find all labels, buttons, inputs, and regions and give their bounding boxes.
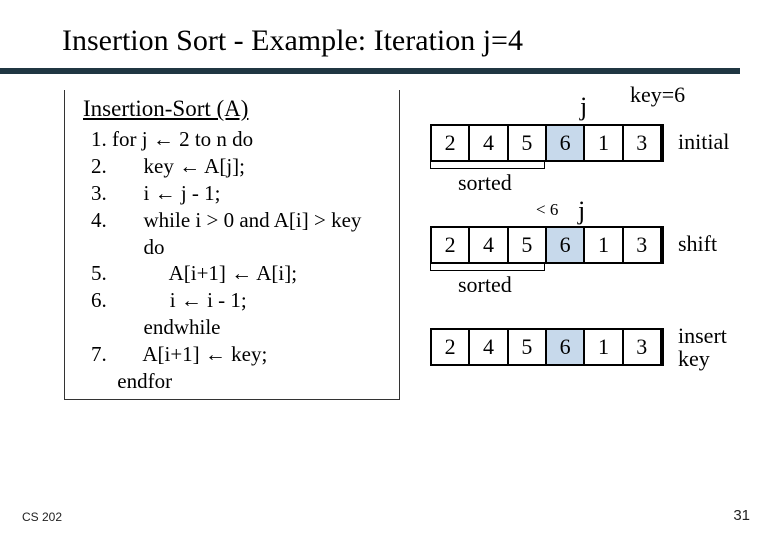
array-insert: 2 4 5 6 1 3 insert key — [430, 328, 664, 366]
cell: 2 — [432, 126, 470, 160]
compare-label: < 6 — [536, 200, 558, 220]
cell: 2 — [432, 228, 470, 262]
sorted-brace — [430, 162, 545, 169]
array-initial-block: 2 4 5 6 1 3 initial sorted — [430, 124, 770, 162]
cell: 2 — [432, 330, 470, 364]
algo-line-7b: endfor — [91, 368, 399, 395]
cell: 1 — [585, 126, 623, 160]
algo-line-7: 7. A[i+1] ← key; — [91, 341, 399, 368]
algo-line-6b: endwhile — [91, 314, 399, 341]
footer-page-number: 31 — [733, 507, 750, 524]
sorted-brace — [430, 264, 545, 271]
cell: 5 — [509, 228, 547, 262]
algorithm-title: Insertion-Sort (A) — [65, 96, 399, 126]
key-label: key=6 — [630, 82, 685, 108]
cell: 1 — [585, 228, 623, 262]
state-label-initial: initial — [678, 129, 729, 155]
footer-course: CS 202 — [22, 510, 62, 524]
algo-line-2: 2. key ← A[j]; — [91, 153, 399, 180]
algo-line-6: 6. i ← i - 1; — [91, 287, 399, 314]
cell: 5 — [509, 330, 547, 364]
cell: 3 — [624, 330, 662, 364]
state-label-shift: shift — [678, 231, 717, 257]
j-pointer-label: j — [580, 92, 587, 122]
array-shift: 2 4 5 6 1 3 shift — [430, 226, 664, 264]
j-pointer-label-2: j — [578, 196, 585, 226]
algorithm-box: Insertion-Sort (A) 1. for j ← 2 to n do … — [64, 90, 400, 400]
algo-line-4: 4. while i > 0 and A[i] > key — [91, 207, 399, 234]
cell-highlight: 6 — [547, 126, 585, 160]
cell: 4 — [470, 228, 508, 262]
cell: 4 — [470, 330, 508, 364]
algo-line-5: 5. A[i+1] ← A[i]; — [91, 260, 399, 287]
cell-highlight: 6 — [547, 330, 585, 364]
cell-highlight: 6 — [547, 228, 585, 262]
array-shift-block: < 6 j 2 4 5 6 1 3 shift sorted — [430, 226, 770, 264]
array-initial: 2 4 5 6 1 3 initial — [430, 124, 664, 162]
algo-line-3: 3. i ← j - 1; — [91, 180, 399, 207]
cell: 1 — [585, 330, 623, 364]
algo-line-4b: do — [91, 234, 399, 261]
cell: 3 — [624, 126, 662, 160]
cell: 3 — [624, 228, 662, 262]
algorithm-lines: 1. for j ← 2 to n do 2. key ← A[j]; 3. i… — [65, 126, 399, 395]
cell: 4 — [470, 126, 508, 160]
state-label-insert: insert key — [678, 324, 727, 370]
algo-line-1: 1. for j ← 2 to n do — [91, 126, 399, 153]
sorted-label: sorted — [458, 272, 512, 298]
array-insert-block: 2 4 5 6 1 3 insert key — [430, 328, 770, 366]
sorted-label: sorted — [458, 170, 512, 196]
array-visuals: j key=6 2 4 5 6 1 3 initial sorted < 6 j… — [430, 80, 770, 366]
page-title: Insertion Sort - Example: Iteration j=4 — [0, 0, 780, 68]
cell: 5 — [509, 126, 547, 160]
